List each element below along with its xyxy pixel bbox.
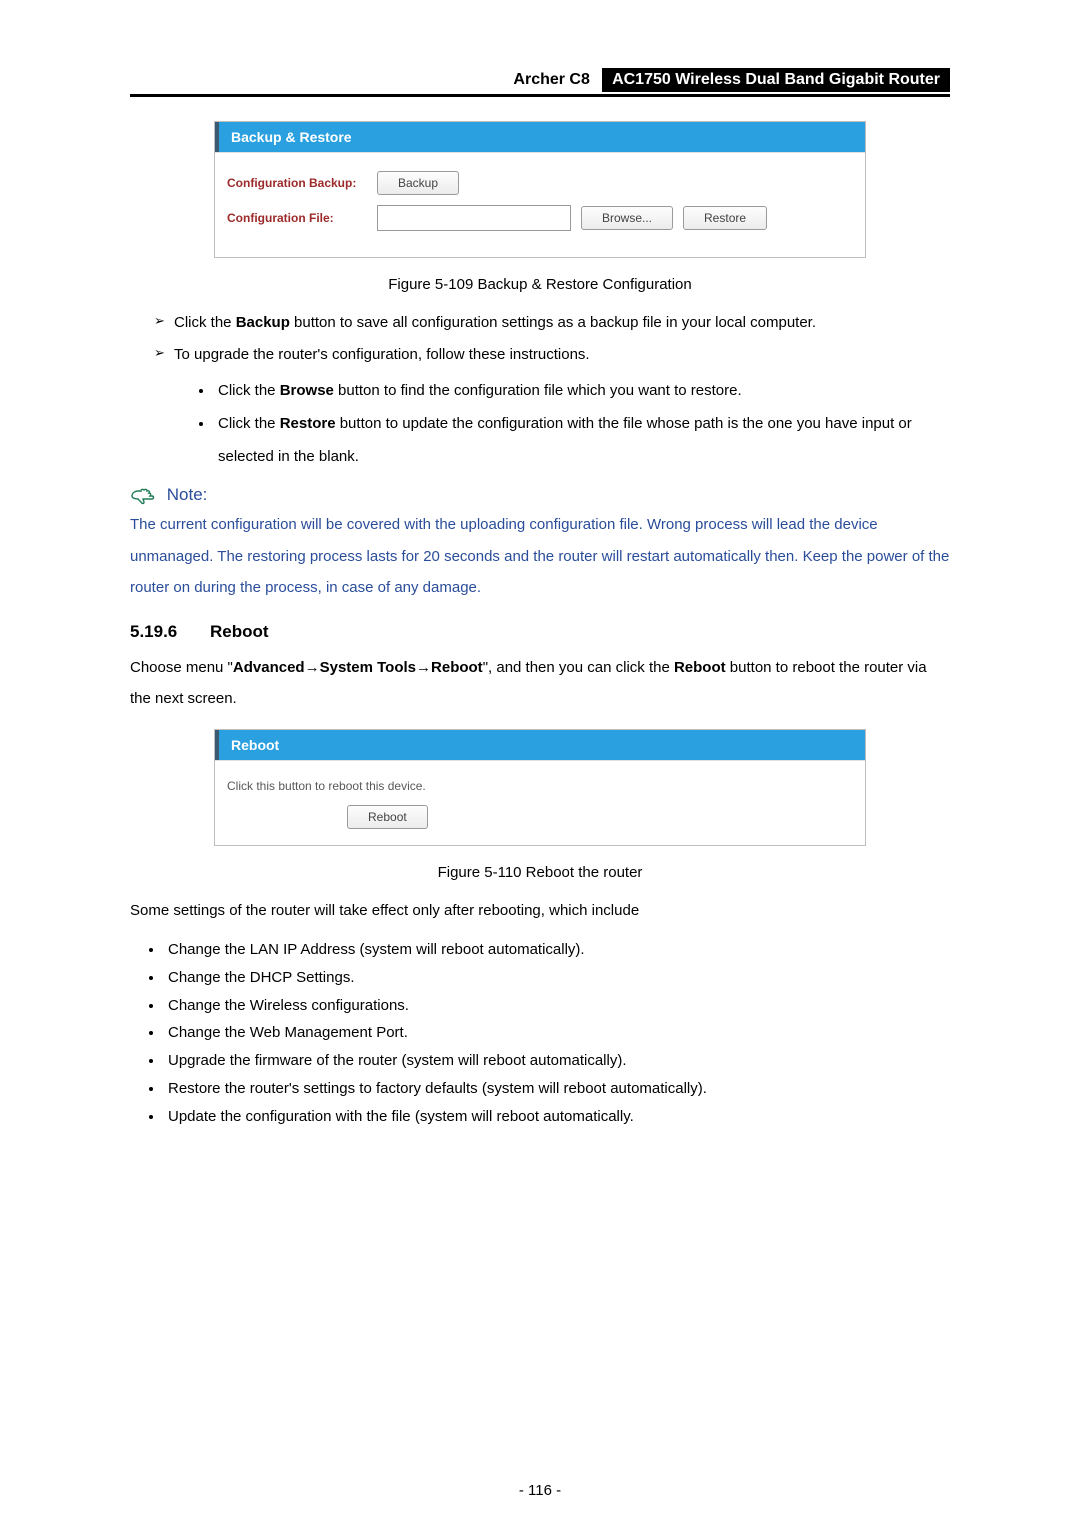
reboot-paragraph: Choose menu "Advanced→System Tools→Reboo… <box>130 652 950 715</box>
list-item: Restore the router's settings to factory… <box>164 1075 950 1103</box>
list-item: To upgrade the router's configuration, f… <box>154 339 950 474</box>
instruction-list: Click the Backup button to save all conf… <box>130 307 950 473</box>
effects-intro: Some settings of the router will take ef… <box>130 895 950 927</box>
restore-button[interactable]: Restore <box>683 206 767 230</box>
list-item: Upgrade the firmware of the router (syst… <box>164 1047 950 1075</box>
section-heading: 5.19.6Reboot <box>130 622 950 642</box>
list-item: Change the Wireless configurations. <box>164 992 950 1020</box>
list-item: Update the configuration with the file (… <box>164 1103 950 1131</box>
list-item: Change the LAN IP Address (system will r… <box>164 936 950 964</box>
page-header: Archer C8 AC1750 Wireless Dual Band Giga… <box>130 68 950 97</box>
config-file-label: Configuration File: <box>227 211 377 225</box>
figure-caption-2: Figure 5-110 Reboot the router <box>130 864 950 881</box>
reboot-button[interactable]: Reboot <box>347 805 428 829</box>
page-number: - 116 - <box>130 1482 950 1499</box>
list-item: Change the DHCP Settings. <box>164 964 950 992</box>
backup-restore-panel: Backup & Restore Configuration Backup: B… <box>214 121 866 258</box>
browse-button[interactable]: Browse... <box>581 206 673 230</box>
list-item: Change the Web Management Port. <box>164 1019 950 1047</box>
panel-title: Reboot <box>215 730 865 760</box>
product-label: AC1750 Wireless Dual Band Gigabit Router <box>602 68 950 92</box>
hand-icon <box>130 487 156 505</box>
list-item: Click the Backup button to save all conf… <box>154 307 950 339</box>
reboot-panel: Reboot Click this button to reboot this … <box>214 729 866 846</box>
config-file-input[interactable] <box>377 205 571 231</box>
list-item: Click the Browse button to find the conf… <box>214 374 950 407</box>
list-item: Click the Restore button to update the c… <box>214 407 950 473</box>
panel-title: Backup & Restore <box>215 122 865 152</box>
note-text: The current configuration will be covere… <box>130 509 950 604</box>
effects-list: Change the LAN IP Address (system will r… <box>164 936 950 1130</box>
backup-button[interactable]: Backup <box>377 171 459 195</box>
model-label: Archer C8 <box>505 68 597 92</box>
reboot-info-text: Click this button to reboot this device. <box>227 779 853 793</box>
config-backup-label: Configuration Backup: <box>227 176 377 190</box>
figure-caption-1: Figure 5-109 Backup & Restore Configurat… <box>130 276 950 293</box>
note-label: Note: <box>130 485 950 505</box>
